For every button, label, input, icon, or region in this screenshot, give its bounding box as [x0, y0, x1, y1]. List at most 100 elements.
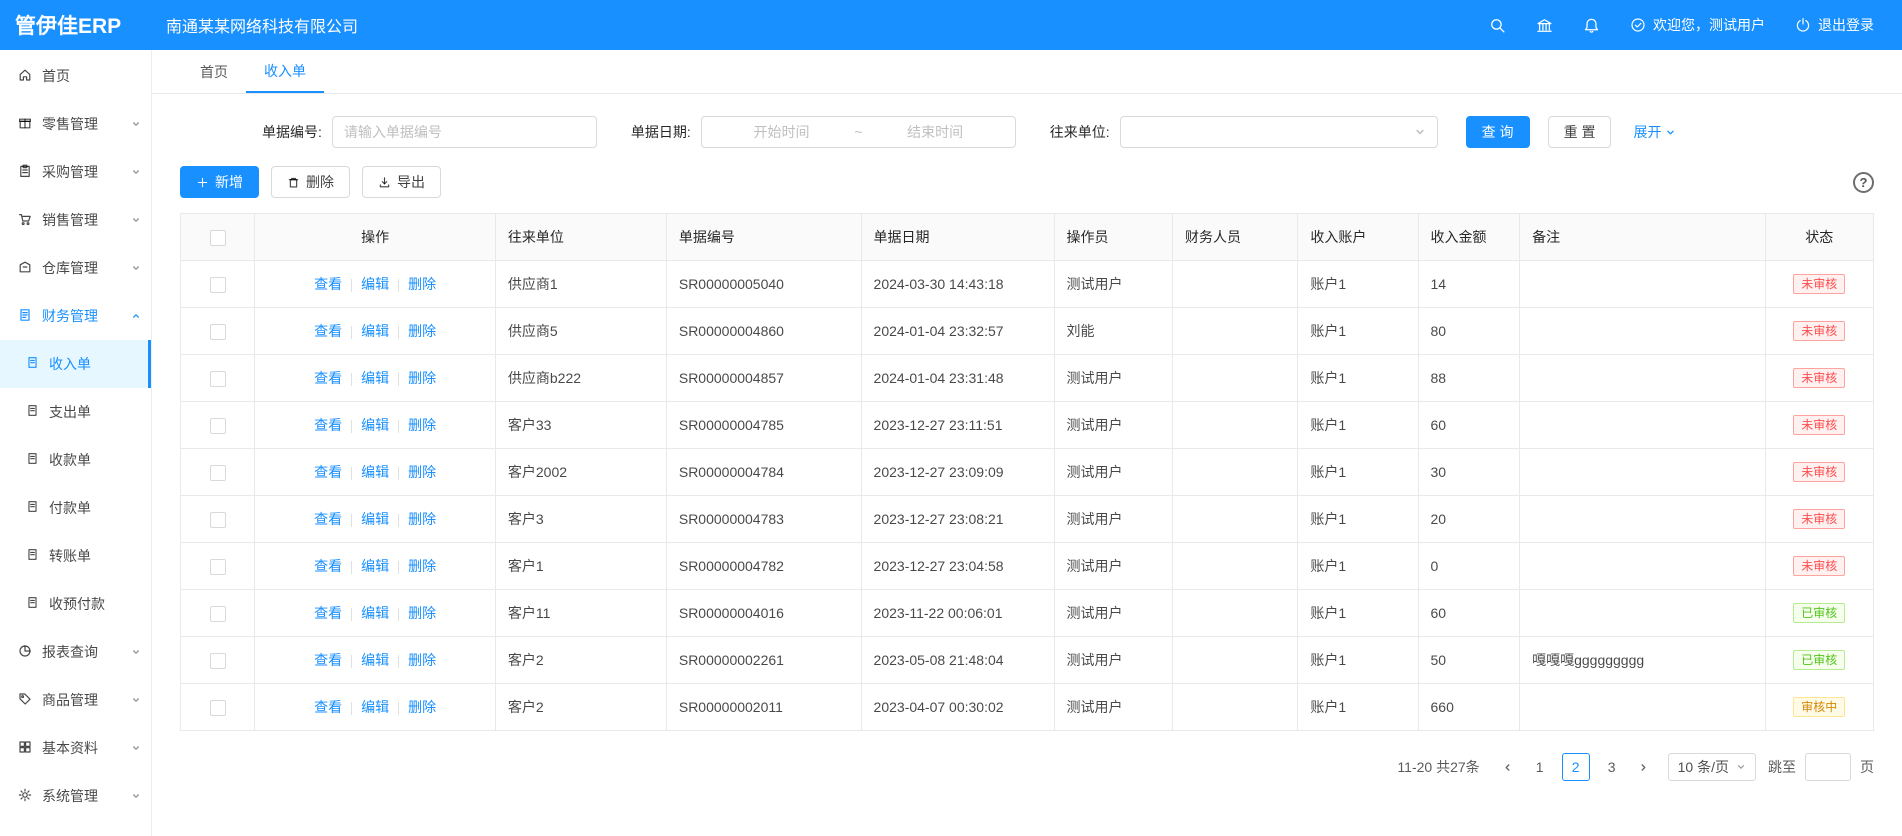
row-action-view[interactable]: 查看: [314, 605, 342, 621]
welcome-user[interactable]: 欢迎您，测试用户: [1630, 15, 1765, 35]
row-action-view[interactable]: 查看: [314, 417, 342, 433]
cell-bill-date: 2023-04-07 00:30:02: [861, 684, 1054, 731]
sidebar-item-sales[interactable]: 销售管理: [0, 196, 151, 244]
bank-icon[interactable]: [1536, 17, 1553, 34]
date-range-picker[interactable]: 开始时间 ~ 结束时间: [701, 116, 1016, 148]
chevron-down-icon: [1665, 127, 1676, 138]
page-button-2[interactable]: 2: [1562, 753, 1590, 781]
sidebar-item-label: 转账单: [49, 546, 91, 566]
row-action-edit[interactable]: 编辑: [361, 370, 389, 386]
row-action-delete[interactable]: 删除: [408, 511, 436, 527]
row-action-view[interactable]: 查看: [314, 699, 342, 715]
help-icon[interactable]: ?: [1853, 172, 1874, 193]
page-button-1[interactable]: 1: [1526, 753, 1554, 781]
sidebar-item-home[interactable]: 首页: [0, 52, 151, 100]
export-button-label: 导出: [397, 172, 425, 192]
row-checkbox[interactable]: [210, 277, 226, 293]
row-action-delete[interactable]: 删除: [408, 558, 436, 574]
sidebar-item-receipt-bill[interactable]: 收款单: [0, 436, 151, 484]
row-checkbox[interactable]: [210, 700, 226, 716]
row-checkbox[interactable]: [210, 559, 226, 575]
row-action-edit[interactable]: 编辑: [361, 323, 389, 339]
chevron-down-icon: [131, 647, 141, 657]
sidebar-item-advance-receipt[interactable]: 收预付款: [0, 580, 151, 628]
row-action-delete[interactable]: 删除: [408, 464, 436, 480]
bell-icon[interactable]: [1583, 17, 1600, 34]
cell-remark: [1520, 590, 1765, 637]
sidebar-item-goods[interactable]: 商品管理: [0, 676, 151, 724]
row-action-delete[interactable]: 删除: [408, 605, 436, 621]
row-action-delete[interactable]: 删除: [408, 323, 436, 339]
partner-select[interactable]: [1120, 116, 1438, 148]
sidebar-item-warehouse[interactable]: 仓库管理: [0, 244, 151, 292]
row-action-edit[interactable]: 编辑: [361, 417, 389, 433]
row-checkbox[interactable]: [210, 371, 226, 387]
row-checkbox[interactable]: [210, 606, 226, 622]
sidebar-item-income-bill[interactable]: 收入单: [0, 340, 151, 388]
search-button[interactable]: 查 询: [1466, 116, 1530, 148]
row-action-delete[interactable]: 删除: [408, 370, 436, 386]
cell-bill-no: SR00000004016: [666, 590, 861, 637]
sidebar-item-retail[interactable]: 零售管理: [0, 100, 151, 148]
reset-button[interactable]: 重 置: [1548, 116, 1612, 148]
row-action-edit[interactable]: 编辑: [361, 464, 389, 480]
page-button-3[interactable]: 3: [1598, 753, 1626, 781]
row-action-edit[interactable]: 编辑: [361, 652, 389, 668]
row-action-view[interactable]: 查看: [314, 652, 342, 668]
row-checkbox[interactable]: [210, 418, 226, 434]
sidebar-item-basic-data[interactable]: 基本资料: [0, 724, 151, 772]
sidebar-item-purchase[interactable]: 采购管理: [0, 148, 151, 196]
select-all-checkbox[interactable]: [210, 230, 226, 246]
next-page-button[interactable]: [1630, 753, 1658, 781]
row-checkbox[interactable]: [210, 465, 226, 481]
row-action-edit[interactable]: 编辑: [361, 558, 389, 574]
row-action-view[interactable]: 查看: [314, 558, 342, 574]
add-button[interactable]: 新增: [180, 166, 259, 198]
sidebar-item-label: 报表查询: [42, 642, 98, 662]
jump-page-input[interactable]: [1805, 753, 1851, 781]
cell-account: 账户1: [1298, 637, 1418, 684]
logout-button[interactable]: 退出登录: [1795, 15, 1874, 35]
cell-account: 账户1: [1298, 684, 1418, 731]
tab-income-bill[interactable]: 收入单: [246, 50, 324, 93]
row-checkbox[interactable]: [210, 653, 226, 669]
column-header-bill-date: 单据日期: [861, 214, 1054, 261]
sidebar-item-label: 采购管理: [42, 162, 98, 182]
cell-amount: 30: [1418, 449, 1520, 496]
row-action-view[interactable]: 查看: [314, 276, 342, 292]
cell-bill-no: SR00000004860: [666, 308, 861, 355]
column-header-bill-no: 单据编号: [666, 214, 861, 261]
row-action-view[interactable]: 查看: [314, 370, 342, 386]
row-action-edit[interactable]: 编辑: [361, 276, 389, 292]
row-action-edit[interactable]: 编辑: [361, 699, 389, 715]
tab-home[interactable]: 首页: [182, 50, 246, 93]
row-action-view[interactable]: 查看: [314, 511, 342, 527]
export-button[interactable]: 导出: [362, 166, 441, 198]
sidebar-item-report[interactable]: 报表查询: [0, 628, 151, 676]
prev-page-button[interactable]: [1494, 753, 1522, 781]
delete-button[interactable]: 删除: [271, 166, 350, 198]
chevron-down-icon: [131, 215, 141, 225]
page-size-select[interactable]: 10 条/页: [1668, 753, 1756, 781]
row-action-edit[interactable]: 编辑: [361, 605, 389, 621]
row-checkbox[interactable]: [210, 324, 226, 340]
row-action-view[interactable]: 查看: [314, 323, 342, 339]
cell-bill-no: SR00000004784: [666, 449, 861, 496]
sidebar-item-finance[interactable]: 财务管理: [0, 292, 151, 340]
cell-operator: 测试用户: [1054, 402, 1173, 449]
status-badge: 已审核: [1793, 603, 1845, 623]
row-action-delete[interactable]: 删除: [408, 699, 436, 715]
bill-no-input[interactable]: [332, 116, 597, 148]
sidebar-item-transfer-bill[interactable]: 转账单: [0, 532, 151, 580]
row-action-delete[interactable]: 删除: [408, 417, 436, 433]
sidebar-item-expense-bill[interactable]: 支出单: [0, 388, 151, 436]
sidebar-item-system[interactable]: 系统管理: [0, 772, 151, 820]
sidebar-item-payment-bill[interactable]: 付款单: [0, 484, 151, 532]
row-action-view[interactable]: 查看: [314, 464, 342, 480]
expand-toggle[interactable]: 展开: [1633, 122, 1676, 142]
search-icon[interactable]: [1489, 17, 1506, 34]
row-action-edit[interactable]: 编辑: [361, 511, 389, 527]
row-action-delete[interactable]: 删除: [408, 652, 436, 668]
row-checkbox[interactable]: [210, 512, 226, 528]
row-action-delete[interactable]: 删除: [408, 276, 436, 292]
